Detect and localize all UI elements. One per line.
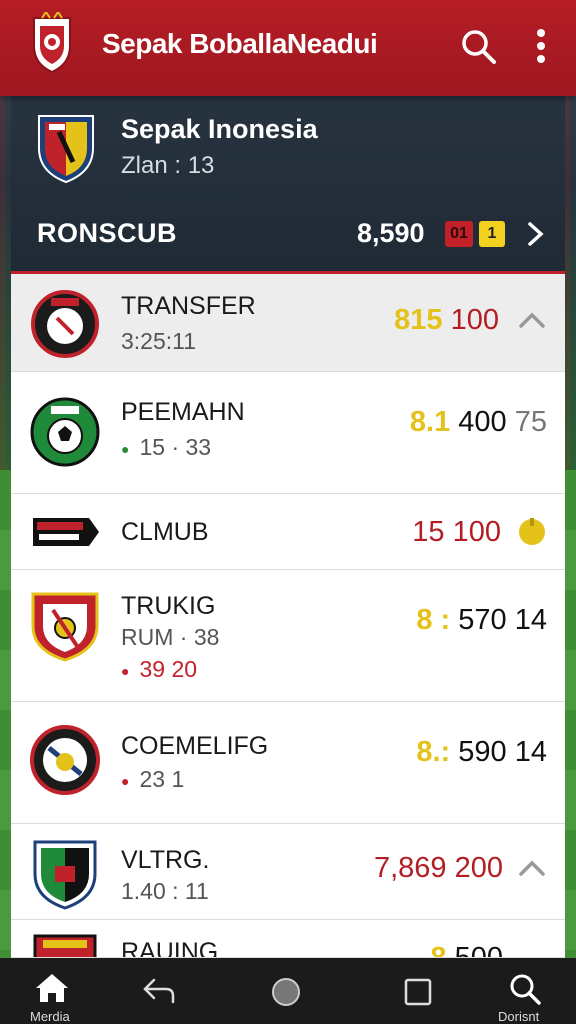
value-main: 400: [458, 406, 507, 438]
back-icon: [143, 978, 175, 1004]
item-meta-text: 23 1: [139, 766, 185, 792]
list-item-peemahn[interactable]: PEEMAHN ● 15 · 33 8.1 400 75: [11, 372, 565, 494]
club-header-card: Sepak Inonesia Zlan : 13 RONSCUB 8,590 0…: [11, 96, 565, 274]
chevron-up-icon[interactable]: [517, 306, 547, 336]
nav-back[interactable]: [130, 958, 190, 1024]
item-name: PEEMAHN: [121, 398, 245, 426]
item-value: 8 : 570 14: [416, 604, 547, 637]
item-value: 815 100: [394, 304, 499, 337]
item-name: RAUING: [121, 938, 219, 958]
nav-search-label: Dorisnt: [498, 1009, 540, 1024]
list-item-coemelifg[interactable]: COEMELIFG ● 23 1 8.: 590 14: [11, 702, 565, 824]
value-main: 570: [458, 604, 507, 636]
item-name: VLTRG.: [121, 846, 210, 874]
club-crest-icon: [31, 592, 99, 662]
value-gold: 8.1: [409, 406, 451, 438]
item-meta: ● 23 1: [121, 766, 185, 792]
value-extra: 75: [514, 406, 547, 438]
club-crest-icon: [31, 290, 99, 358]
item-value: 8.1 400 75: [410, 406, 547, 439]
item-meta: 1.40 : 11: [121, 878, 209, 904]
value-main: 100: [450, 304, 499, 336]
value-main: 590: [458, 736, 507, 768]
nav-search[interactable]: Dorisnt: [490, 958, 566, 1024]
club-crest-icon: [30, 725, 100, 795]
nav-home[interactable]: Merdia: [14, 958, 88, 1024]
chevron-up-icon[interactable]: [517, 854, 547, 884]
club-name: Sepak Inonesia: [121, 114, 318, 144]
value-main: 15 100: [412, 516, 501, 548]
value-extra: 14: [514, 604, 547, 636]
search-icon[interactable]: [458, 26, 498, 66]
list-item-trukig[interactable]: TRUKIG RUM · 38 ● 39 20 8 : 570 14: [11, 570, 565, 702]
value-gold: 8: [430, 942, 447, 958]
value-gold: 8 :: [416, 604, 451, 636]
section-label: RONSCUB: [37, 218, 178, 248]
item-name: CLMUB: [121, 518, 209, 546]
value-main: 500: [454, 942, 503, 958]
value-extra: 14: [514, 736, 547, 768]
team-logo-icon: [33, 12, 71, 74]
app-title: Sepak BoballaNeadui: [102, 28, 378, 59]
value-gold: 8.:: [416, 736, 451, 768]
more-vert-icon[interactable]: [526, 26, 556, 66]
home-icon: [36, 974, 68, 1002]
total-value: 8,590: [357, 218, 425, 248]
item-meta-secondary: ● 39 20: [121, 656, 198, 682]
nav-system-home[interactable]: [256, 958, 316, 1024]
item-meta-text: 15 · 33: [139, 434, 212, 460]
item-meta: 3:25:11: [121, 328, 197, 354]
item-meta: ● 15 · 33: [121, 434, 212, 460]
item-value: 15 100: [412, 516, 501, 549]
item-value: 8 500: [430, 942, 503, 958]
list-item-transfer[interactable]: TRANSFER 3:25:11 815 100: [11, 274, 565, 372]
transfer-panel: Sepak Inonesia Zlan : 13 RONSCUB 8,590 0…: [11, 96, 565, 958]
nav-home-label: Merdia: [30, 1009, 70, 1024]
chevron-right-icon[interactable]: [525, 220, 547, 248]
app-bar: Sepak BoballaNeadui: [0, 0, 576, 96]
item-name: TRUKIG: [121, 592, 216, 620]
bottom-navigation: Merdia Dorisnt: [0, 958, 576, 1024]
circle-home-icon: [272, 978, 300, 1006]
search-icon: [510, 974, 541, 1005]
club-crest-icon: [33, 934, 97, 957]
club-crest-icon: [38, 115, 94, 184]
item-value: 8.: 590 14: [416, 736, 547, 769]
club-crest-icon: [30, 397, 100, 467]
item-meta-text: 39 20: [139, 656, 198, 682]
list-item-clmub[interactable]: CLMUB 15 100: [11, 494, 565, 570]
list-item-vltrg[interactable]: VLTRG. 1.40 : 11 7,869 200: [11, 824, 565, 920]
gold-coin-icon: [519, 518, 545, 545]
item-value: 7,869 200: [374, 852, 503, 885]
value-gold: 815: [394, 304, 443, 336]
item-name: TRANSFER: [121, 292, 256, 320]
value-main: 7,869 200: [373, 852, 503, 884]
club-subtitle: Zlan : 13: [121, 152, 215, 179]
recents-icon: [404, 978, 432, 1006]
list-item-rauing[interactable]: RAUING 8 500: [11, 920, 565, 958]
club-banner-icon: [33, 518, 99, 546]
club-crest-icon: [33, 840, 97, 910]
item-name: COEMELIFG: [121, 732, 269, 760]
red-badge: 01: [445, 221, 473, 247]
nav-recents[interactable]: [388, 958, 448, 1024]
yellow-badge: 1: [479, 221, 505, 247]
item-meta: RUM · 38: [121, 624, 220, 650]
